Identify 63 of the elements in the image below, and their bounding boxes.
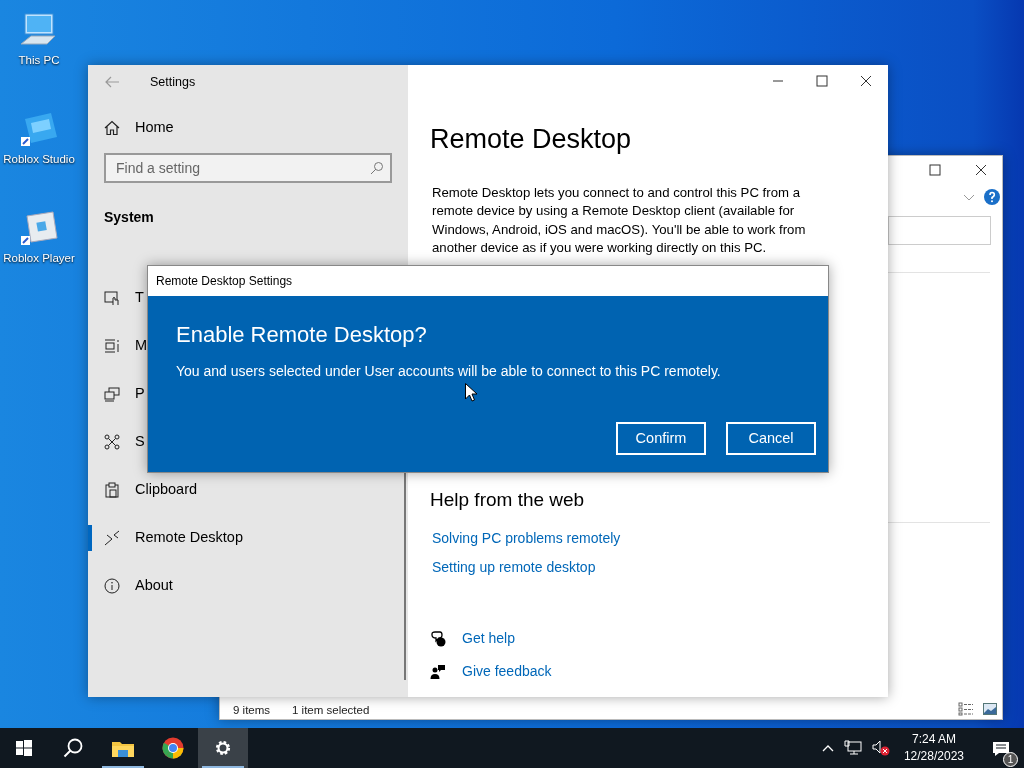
search-icon bbox=[63, 738, 83, 758]
volume-muted-icon[interactable] bbox=[871, 740, 890, 756]
support-link[interactable]: Give feedback bbox=[462, 661, 552, 682]
icon-label[interactable]: This PC bbox=[18, 52, 60, 70]
taskbar-button[interactable] bbox=[198, 728, 248, 768]
section-heading: Help from the web bbox=[430, 487, 586, 512]
feedback-icon bbox=[430, 663, 446, 680]
clipboard-icon bbox=[104, 482, 120, 498]
info-icon bbox=[104, 578, 120, 594]
close-button[interactable] bbox=[975, 164, 987, 176]
status-text: 9 items bbox=[233, 703, 271, 718]
dialog-heading: Enable Remote Desktop? bbox=[176, 321, 428, 349]
scroll-bar[interactable] bbox=[404, 470, 406, 680]
search-icon bbox=[370, 161, 384, 175]
network-icon bbox=[104, 434, 120, 450]
icon-label[interactable]: Roblox Studio bbox=[3, 151, 75, 169]
icon-label[interactable]: Roblox Player bbox=[3, 250, 75, 268]
chevron-up-icon[interactable] bbox=[821, 744, 834, 752]
nav-item[interactable]: M bbox=[88, 322, 148, 370]
browser-icon bbox=[162, 737, 184, 759]
large-icons-view-icon[interactable] bbox=[983, 703, 997, 715]
window-icon bbox=[104, 338, 120, 354]
search-field[interactable]: Find a setting bbox=[104, 153, 392, 183]
window-title: Settings bbox=[150, 73, 196, 91]
maximize-button[interactable] bbox=[929, 164, 941, 176]
nav-item[interactable]: Remote Desktop bbox=[88, 514, 243, 562]
notification-icon[interactable] bbox=[992, 740, 1010, 757]
maximize-button[interactable] bbox=[816, 75, 828, 87]
chat-help-icon bbox=[430, 630, 446, 647]
home-icon bbox=[104, 120, 120, 136]
address-field[interactable] bbox=[888, 216, 991, 245]
cursor-icon bbox=[465, 383, 477, 402]
details-view-icon[interactable] bbox=[958, 702, 974, 716]
help-icon[interactable] bbox=[984, 189, 1000, 205]
notification-count: 1 bbox=[1003, 752, 1018, 767]
nav-item[interactable]: T bbox=[88, 274, 144, 322]
status-text: 1 item selected bbox=[292, 703, 370, 718]
dialog-title: Remote Desktop Settings bbox=[156, 273, 293, 290]
page-heading: Remote Desktop bbox=[430, 123, 633, 156]
clock-date[interactable]: 12/28/2023 bbox=[903, 748, 964, 765]
section-heading: System bbox=[104, 208, 155, 227]
gear-icon bbox=[214, 739, 232, 757]
help-link[interactable]: Setting up remote desktop bbox=[432, 557, 596, 578]
dialog-message: You and users selected under User accounts will be able to connect to this PC remotely. bbox=[176, 362, 722, 381]
confirm-button[interactable]: Confirm bbox=[616, 422, 706, 455]
support-link[interactable]: Get help bbox=[462, 628, 515, 649]
nav-item[interactable]: Clipboard bbox=[88, 466, 198, 514]
close-button[interactable] bbox=[860, 75, 872, 87]
clock-time[interactable]: 7:24 AM bbox=[911, 731, 956, 748]
folder-icon bbox=[112, 739, 134, 757]
start-button bbox=[16, 740, 32, 756]
help-link[interactable]: Solving PC problems remotely bbox=[432, 528, 621, 549]
home-nav-item[interactable]: Home bbox=[104, 113, 174, 143]
remote-icon bbox=[104, 530, 120, 546]
cancel-button[interactable]: Cancel bbox=[726, 422, 816, 455]
network-icon[interactable] bbox=[843, 740, 862, 756]
tablet-icon bbox=[104, 290, 120, 306]
chevron-icon[interactable] bbox=[963, 194, 975, 202]
nav-item[interactable]: P bbox=[88, 370, 145, 418]
nav-item[interactable]: About bbox=[88, 562, 173, 610]
screens-icon bbox=[104, 386, 120, 402]
description-text: Remote Desktop lets you connect to and control this PC from a remote device by using a Remote Desktop client (available for Windows, Android, iOS and macOS). You'll be able to work from another device as if you were working directly on this PC. bbox=[432, 183, 807, 257]
nav-item[interactable]: S bbox=[88, 418, 145, 466]
